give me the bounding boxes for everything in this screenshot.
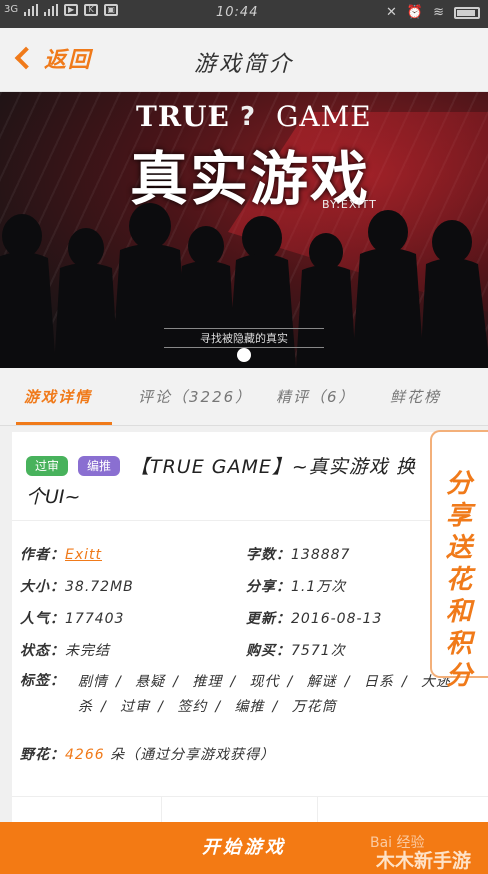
size-label: 大小： bbox=[20, 579, 65, 595]
game-title-continued: 个UI~ bbox=[26, 486, 81, 508]
game-title: 【TRUE GAME】~真实游戏 换 bbox=[130, 456, 416, 478]
game-detail-card: 过审 编推 【TRUE GAME】~真实游戏 换 个UI~ 作者：Exitt 字… bbox=[12, 432, 488, 827]
size-row: 大小：38.72MB bbox=[20, 576, 134, 596]
popularity-value: 177403 bbox=[65, 611, 125, 627]
status-label: 状态： bbox=[20, 643, 65, 659]
author-row: 作者：Exitt bbox=[20, 544, 102, 564]
watermark-site: 木木新手游 bbox=[376, 850, 472, 872]
carousel-dot[interactable] bbox=[237, 348, 251, 362]
video-icon: ▶ bbox=[64, 4, 79, 16]
tab-details[interactable]: 游戏详情 bbox=[24, 386, 92, 407]
updated-value: 2016-08-13 bbox=[291, 611, 383, 627]
network-label: 3G bbox=[4, 4, 19, 15]
purchases-row: 购买：7571次 bbox=[246, 640, 346, 660]
tag-separator: / bbox=[401, 674, 408, 690]
purchases-label: 购买： bbox=[246, 643, 291, 659]
tab-bar: 游戏详情 评论（3226） 精评（6） 鲜花榜 bbox=[0, 368, 488, 426]
updated-row: 更新：2016-08-13 bbox=[246, 608, 382, 628]
tab-flower-ranking[interactable]: 鲜花榜 bbox=[390, 386, 441, 407]
popularity-row: 人气：177403 bbox=[20, 608, 124, 628]
alarm-icon: ⏰ bbox=[406, 5, 424, 20]
updated-label: 更新： bbox=[246, 611, 291, 627]
shares-label: 分享： bbox=[246, 579, 291, 595]
tag-item[interactable]: 日系 bbox=[364, 674, 394, 690]
mute-icon: ✕ bbox=[386, 5, 397, 20]
tag-item[interactable]: 悬疑 bbox=[135, 674, 165, 690]
author-label: 作者： bbox=[20, 547, 65, 563]
tab-featured-reviews[interactable]: 精评（6） bbox=[276, 386, 356, 407]
start-game-label: 开始游戏 bbox=[202, 837, 286, 858]
banner-subtitle: 寻找被隐藏的真实 bbox=[164, 328, 324, 348]
tag-separator: / bbox=[230, 674, 237, 690]
tag-item[interactable]: 现代 bbox=[250, 674, 280, 690]
status-left: 3G ▶ K ▣ bbox=[4, 4, 119, 16]
tag-separator: / bbox=[215, 699, 222, 715]
tag-item[interactable]: 编推 bbox=[235, 699, 265, 715]
banner-title-right: GAME bbox=[276, 100, 372, 133]
words-row: 字数：138887 bbox=[246, 544, 350, 564]
words-label: 字数： bbox=[246, 547, 291, 563]
tags-list: 剧情 / 悬疑 / 推理 / 现代 / 解谜 / 日系 / 大逃杀 / 过审 / 签约 / 编推 /… bbox=[78, 670, 474, 720]
status-right: ✕ ⏰ ≋ bbox=[386, 5, 480, 20]
wifi-icon: ≋ bbox=[433, 5, 444, 20]
tag-separator: / bbox=[344, 674, 351, 690]
tab-comments[interactable]: 评论（3226） bbox=[138, 386, 252, 407]
flowers-value: 4266 bbox=[65, 747, 105, 763]
share-flowers-button[interactable]: 分享送花和积分 bbox=[430, 430, 488, 691]
battery-icon bbox=[454, 6, 480, 19]
tag-separator: / bbox=[272, 699, 279, 715]
shares-value: 1.1万次 bbox=[291, 579, 347, 595]
nav-bar: 返回 游戏简介 bbox=[0, 28, 488, 92]
flowers-row: 野花：4266 朵（通过分享游戏获得） bbox=[20, 744, 275, 764]
audit-badge: 过审 bbox=[26, 456, 68, 476]
tag-item[interactable]: 剧情 bbox=[78, 674, 108, 690]
tag-separator: / bbox=[116, 674, 122, 690]
tag-item[interactable]: 万花筒 bbox=[292, 699, 337, 715]
status-row: 状态：未完结 bbox=[20, 640, 110, 660]
popularity-label: 人气： bbox=[20, 611, 65, 627]
tag-item[interactable]: 解谜 bbox=[307, 674, 337, 690]
recommend-badge: 编推 bbox=[78, 456, 120, 476]
status-bar: 3G ▶ K ▣ 10:44 ✕ ⏰ ≋ bbox=[0, 0, 488, 28]
banner-title-left: TRUE bbox=[136, 100, 230, 133]
tag-separator: / bbox=[287, 674, 294, 690]
purchases-value: 7571次 bbox=[291, 643, 346, 659]
signal-icon bbox=[24, 4, 39, 16]
tag-item[interactable]: 签约 bbox=[177, 699, 207, 715]
divider bbox=[12, 520, 488, 521]
tag-separator: / bbox=[158, 699, 164, 715]
banner-title-mark: ? bbox=[240, 102, 256, 132]
share-flowers-label: 分享送花和积分 bbox=[445, 469, 472, 691]
tag-separator: / bbox=[101, 699, 107, 715]
game-banner[interactable]: TRUE ? GAME 真实游戏 BY:EXITT 寻找被隐藏的真实 bbox=[0, 92, 488, 368]
page-title: 游戏简介 bbox=[193, 52, 294, 77]
author-link[interactable]: Exitt bbox=[65, 547, 102, 563]
tags-label: 标签： bbox=[20, 673, 65, 689]
signal-icon-2 bbox=[44, 4, 59, 16]
shares-row: 分享：1.1万次 bbox=[246, 576, 346, 596]
flowers-suffix: 朵（通过分享游戏获得） bbox=[110, 747, 276, 763]
tag-item[interactable]: 过审 bbox=[120, 699, 150, 715]
active-tab-indicator bbox=[16, 422, 112, 425]
image-icon: ▣ bbox=[104, 4, 119, 16]
status-time: 10:44 bbox=[216, 5, 259, 20]
status-value: 未完结 bbox=[65, 643, 110, 659]
tag-separator: / bbox=[173, 674, 179, 690]
flowers-label: 野花： bbox=[20, 747, 65, 763]
size-value: 38.72MB bbox=[65, 579, 134, 595]
k-app-icon: K bbox=[84, 4, 99, 16]
words-value: 138887 bbox=[291, 547, 351, 563]
tag-item[interactable]: 推理 bbox=[192, 674, 222, 690]
